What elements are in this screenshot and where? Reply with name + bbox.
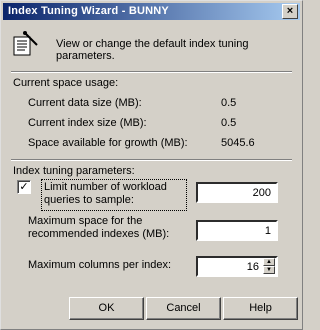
available-space-value: 5045.6 <box>221 137 255 149</box>
help-button[interactable]: Help <box>223 297 298 320</box>
window-title: Index Tuning Wizard - BUNNY <box>8 5 169 17</box>
separator <box>11 71 292 73</box>
max-space-value: 1 <box>264 225 271 237</box>
limit-queries-label[interactable]: Limit number of workload queries to samp… <box>44 181 184 207</box>
dialog-window: Index Tuning Wizard - BUNNY × View or ch… <box>0 0 303 330</box>
available-space-label: Space available for growth (MB): <box>28 137 188 149</box>
separator <box>11 159 292 161</box>
max-space-label: Maximum space for the recommended indexe… <box>28 215 170 240</box>
max-columns-label: Maximum columns per index: <box>28 259 172 271</box>
wizard-icon <box>13 31 38 56</box>
tuning-parameters-heading: Index tuning parameters: <box>13 165 135 177</box>
spin-down-icon[interactable]: ▼ <box>263 266 275 274</box>
max-columns-spinner[interactable]: ▲ ▼ <box>263 258 275 275</box>
close-button[interactable]: × <box>282 4 298 19</box>
spin-up-icon[interactable]: ▲ <box>263 258 275 266</box>
cancel-button[interactable]: Cancel <box>146 297 221 320</box>
limit-queries-checkbox[interactable]: ✓ <box>17 180 31 194</box>
limit-queries-value: 200 <box>252 187 271 199</box>
intro-text: View or change the default index tuning … <box>56 38 249 62</box>
limit-queries-input[interactable]: 200 <box>196 182 278 203</box>
max-space-input[interactable]: 1 <box>196 220 278 241</box>
index-size-label: Current index size (MB): <box>28 117 147 129</box>
ok-button[interactable]: OK <box>69 297 144 320</box>
data-size-label: Current data size (MB): <box>28 97 142 109</box>
data-size-value: 0.5 <box>221 97 237 109</box>
current-space-heading: Current space usage: <box>13 77 119 89</box>
index-size-value: 0.5 <box>221 117 237 129</box>
max-columns-value: 16 <box>246 261 259 273</box>
title-bar[interactable]: Index Tuning Wizard - BUNNY × <box>3 3 300 20</box>
